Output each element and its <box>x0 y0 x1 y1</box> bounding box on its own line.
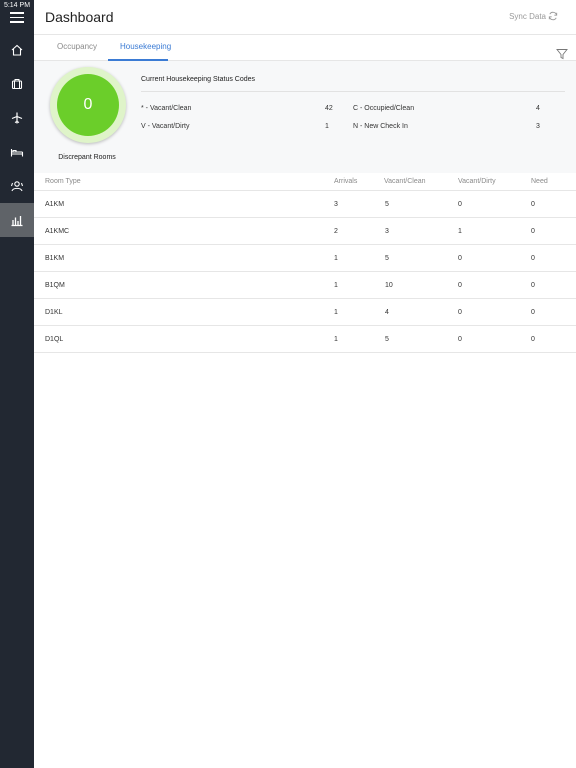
cell-room-type: B1QM <box>45 282 65 289</box>
table-row[interactable]: A1KM 3 5 0 0 <box>34 191 576 218</box>
cell-arrivals: 1 <box>334 309 338 316</box>
cell-vacant-dirty: 0 <box>458 282 462 289</box>
status-code-value: 4 <box>536 105 540 112</box>
discrepant-rooms-gauge: 0 <box>50 67 126 143</box>
cell-vacant-clean: 4 <box>385 309 389 316</box>
table-row[interactable]: B1QM 1 10 0 0 <box>34 272 576 299</box>
cell-vacant-dirty: 0 <box>458 309 462 316</box>
nav-home[interactable] <box>0 33 34 67</box>
filter-icon <box>556 49 568 60</box>
status-code-value: 1 <box>325 123 329 130</box>
column-header[interactable]: Room Type <box>45 178 81 185</box>
column-header[interactable]: Vacant/Dirty <box>458 178 496 185</box>
cell-vacant-dirty: 0 <box>458 336 462 343</box>
column-header[interactable]: Vacant/Clean <box>384 178 426 185</box>
filter-button[interactable] <box>548 40 576 68</box>
status-code-value: 42 <box>325 105 333 112</box>
cell-arrivals: 2 <box>334 228 338 235</box>
status-code-label: C - Occupied/Clean <box>353 105 415 112</box>
header: Dashboard Sync Data <box>34 0 576 35</box>
plane-icon <box>11 112 23 124</box>
cell-vacant-clean: 10 <box>385 282 393 289</box>
nav-dashboard[interactable] <box>0 203 34 237</box>
discrepant-count: 0 <box>57 74 119 136</box>
cell-vacant-dirty: 0 <box>458 201 462 208</box>
cell-room-type: A1KM <box>45 201 65 208</box>
status-time: 5:14 PM <box>3 2 31 9</box>
status-code-label: * - Vacant/Clean <box>141 105 192 112</box>
sync-data-button[interactable]: Sync Data <box>509 12 546 21</box>
chart-icon <box>11 216 23 227</box>
luggage-icon <box>11 79 23 90</box>
cell-need: 0 <box>531 201 535 208</box>
cell-room-type: A1KMC <box>45 228 70 235</box>
cell-room-type: B1KM <box>45 255 65 262</box>
cell-vacant-clean: 5 <box>385 201 389 208</box>
table-row[interactable]: D1QL 1 5 0 0 <box>34 326 576 353</box>
page-title: Dashboard <box>45 9 114 25</box>
cell-vacant-dirty: 0 <box>458 255 462 262</box>
cell-vacant-dirty: 1 <box>458 228 462 235</box>
status-code-value: 3 <box>536 123 540 130</box>
nav-rooms[interactable] <box>0 135 34 169</box>
housekeeping-icon <box>10 181 24 192</box>
cell-need: 0 <box>531 309 535 316</box>
cell-arrivals: 3 <box>334 201 338 208</box>
cell-need: 0 <box>531 336 535 343</box>
tab-bar: Occupancy Housekeeping <box>34 35 576 61</box>
sync-icon[interactable] <box>548 11 558 21</box>
cell-vacant-clean: 5 <box>385 336 389 343</box>
tab-housekeeping[interactable]: Housekeeping <box>120 42 171 51</box>
nav-housekeeping[interactable] <box>0 169 34 203</box>
sidebar: 5:14 PM <box>0 0 34 768</box>
cell-arrivals: 1 <box>334 336 338 343</box>
status-codes-title: Current Housekeeping Status Codes <box>141 76 256 83</box>
status-code-label: V - Vacant/Dirty <box>141 123 190 130</box>
cell-room-type: D1QL <box>45 336 64 343</box>
cell-need: 0 <box>531 282 535 289</box>
home-icon <box>11 44 23 56</box>
menu-icon[interactable] <box>10 12 24 23</box>
cell-need: 0 <box>531 255 535 262</box>
table-row[interactable]: A1KMC 2 3 1 0 <box>34 218 576 245</box>
cell-arrivals: 1 <box>334 282 338 289</box>
active-tab-indicator <box>108 59 168 61</box>
table-row[interactable]: D1KL 1 4 0 0 <box>34 299 576 326</box>
status-code-label: N - New Check In <box>353 123 408 130</box>
nav-departures[interactable] <box>0 101 34 135</box>
divider <box>141 91 565 92</box>
column-header[interactable]: Arrivals <box>334 178 357 185</box>
cell-need: 0 <box>531 228 535 235</box>
discrepant-rooms-label: Discrepant Rooms <box>58 154 116 161</box>
column-header[interactable]: Need <box>531 178 548 185</box>
cell-vacant-clean: 5 <box>385 255 389 262</box>
table-row[interactable]: B1KM 1 5 0 0 <box>34 245 576 272</box>
nav-arrivals[interactable] <box>0 67 34 101</box>
table-header: Room Type Arrivals Vacant/Clean Vacant/D… <box>34 173 576 191</box>
tab-occupancy[interactable]: Occupancy <box>57 42 97 51</box>
cell-arrivals: 1 <box>334 255 338 262</box>
cell-room-type: D1KL <box>45 309 63 316</box>
cell-vacant-clean: 3 <box>385 228 389 235</box>
bed-icon <box>10 149 24 157</box>
